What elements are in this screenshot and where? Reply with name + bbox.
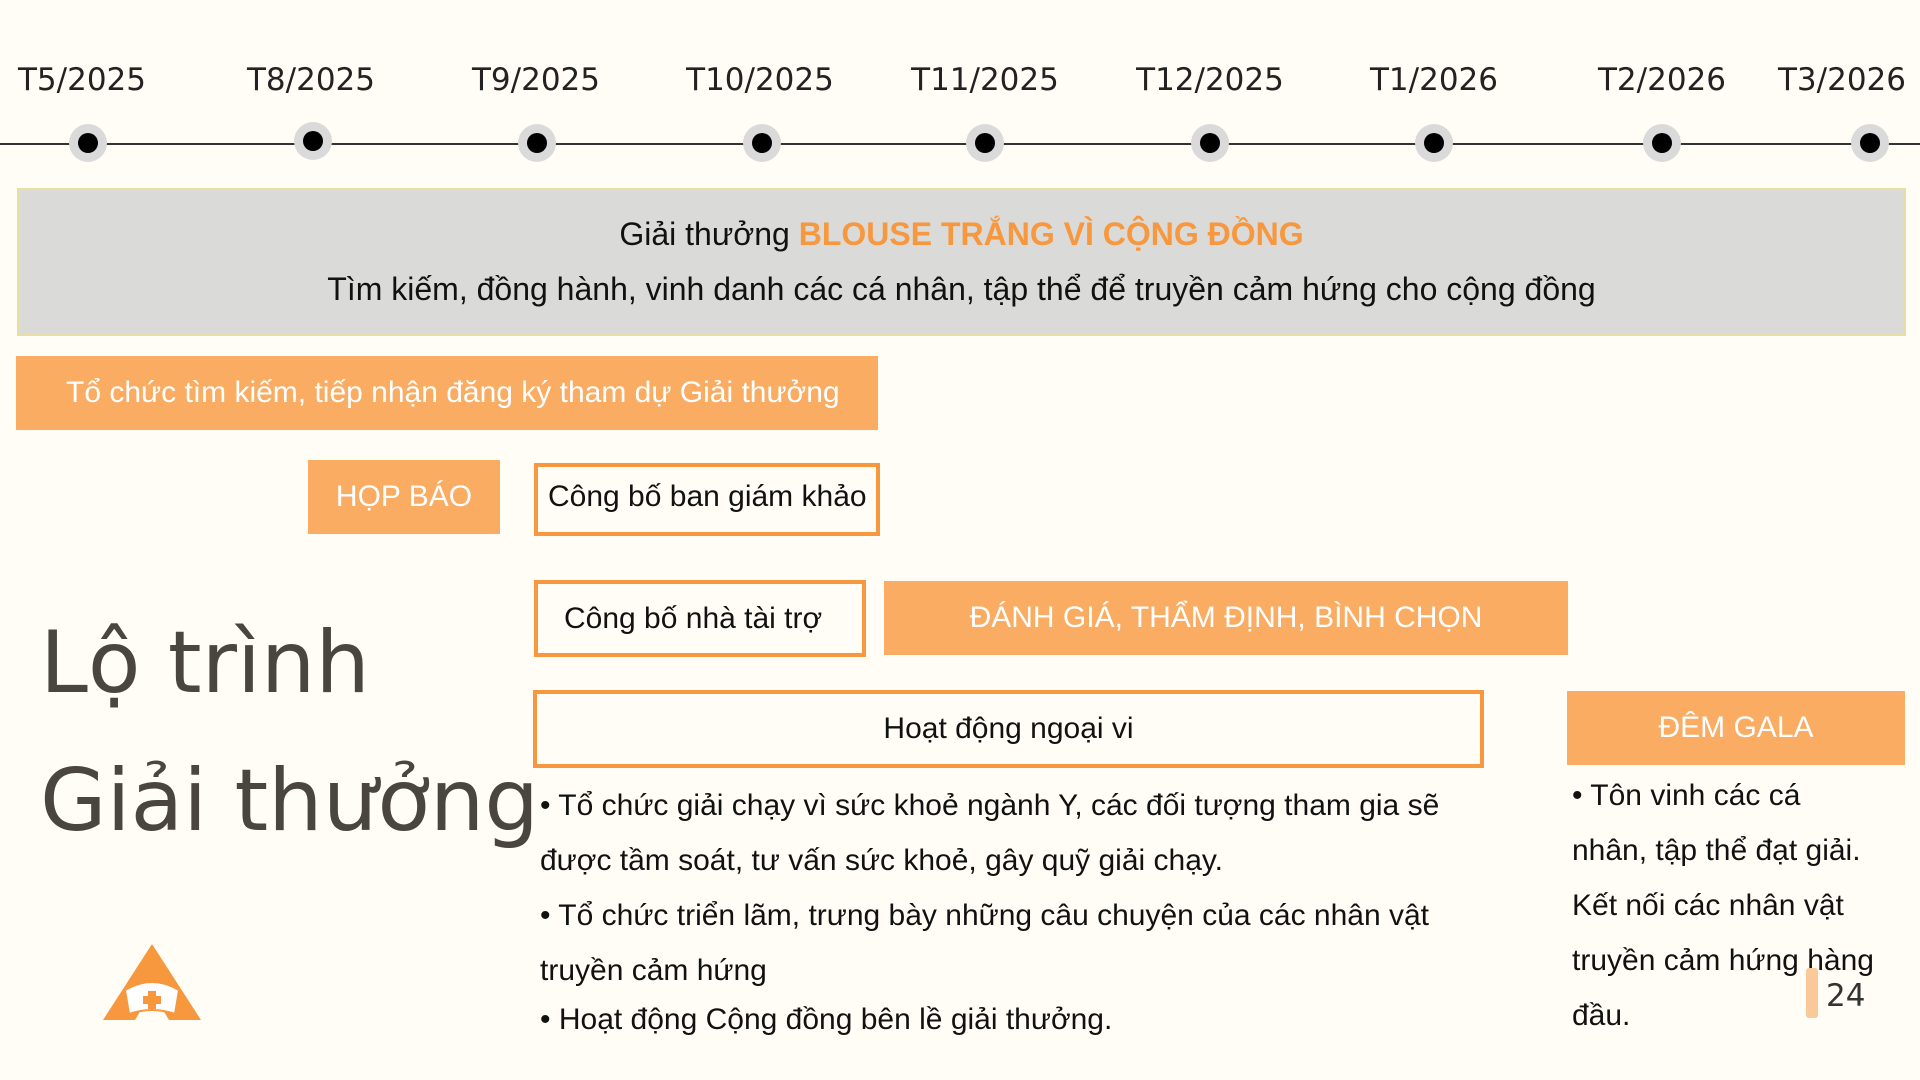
nurse-cap-logo-icon [103, 944, 201, 1020]
award-banner: Giải thưởng BLOUSE TRẮNG VÌ CỘNG ĐỒNG Tì… [17, 188, 1906, 336]
banner-highlight: BLOUSE TRẮNG VÌ CỘNG ĐỒNG [798, 216, 1304, 252]
timeline-line [0, 143, 1920, 145]
sponsor-announcement-label: Công bố nhà tài trợ [564, 601, 823, 635]
registration-phase-box: Tổ chức tìm kiếm, tiếp nhận đăng ký tham… [16, 356, 878, 430]
side-activities-box: Hoạt động ngoại vi [533, 690, 1484, 768]
timeline-dot [1415, 124, 1453, 162]
banner-subtitle: Tìm kiếm, đồng hành, vinh danh các cá nh… [327, 271, 1596, 307]
activities-line: • Tổ chức triển lãm, trưng bày những câu… [540, 899, 1430, 932]
timeline-dot [69, 124, 107, 162]
press-conference-box: HỌP BÁO [308, 460, 500, 534]
timeline-label-t3-2026: T3/2026 [1778, 62, 1906, 98]
activities-description: • Tổ chức giải chạy vì sức khoẻ ngành Y,… [540, 778, 1500, 1042]
roadmap-title-line2: Giải thưởng [40, 751, 539, 851]
timeline-label-t5-2025: T5/2025 [18, 62, 146, 98]
timeline-label-t10-2025: T10/2025 [686, 62, 834, 98]
activities-line: truyền cảm hứng [540, 954, 767, 987]
timeline-label-t12-2025: T12/2025 [1136, 62, 1284, 98]
timeline-dot [1643, 124, 1681, 162]
gala-line: nhân, tập thể đạt giải. [1572, 834, 1861, 867]
timeline-dot [1851, 124, 1889, 162]
evaluation-phase-box: ĐÁNH GIÁ, THẨM ĐỊNH, BÌNH CHỌN [884, 581, 1568, 655]
page-number-marker [1806, 968, 1818, 1018]
side-activities-label: Hoạt động ngoại vi [883, 712, 1134, 745]
activities-line: được tầm soát, tư vấn sức khoẻ, gây quỹ … [540, 844, 1224, 877]
evaluation-phase-label: ĐÁNH GIÁ, THẨM ĐỊNH, BÌNH CHỌN [969, 601, 1483, 634]
timeline-dot [294, 122, 332, 160]
jury-announcement-label: Công bố ban giám khảo [548, 479, 867, 513]
timeline-label-t9-2025: T9/2025 [472, 62, 600, 98]
banner-prefix: Giải thưởng [619, 216, 799, 252]
timeline-dot [966, 124, 1004, 162]
jury-announcement-box: Công bố ban giám khảo [534, 463, 880, 536]
gala-night-box: ĐÊM GALA [1567, 691, 1905, 765]
press-conference-label: HỌP BÁO [335, 480, 473, 513]
activities-line: • Tổ chức giải chạy vì sức khoẻ ngành Y,… [540, 789, 1440, 822]
timeline-dot [743, 124, 781, 162]
timeline-label-t1-2026: T1/2026 [1370, 62, 1498, 98]
sponsor-announcement-box: Công bố nhà tài trợ [534, 580, 866, 657]
page-number: 24 [1826, 978, 1866, 1014]
registration-phase-label: Tổ chức tìm kiếm, tiếp nhận đăng ký tham… [66, 376, 840, 409]
timeline-label-t2-2026: T2/2026 [1598, 62, 1726, 98]
timeline-label-t11-2025: T11/2025 [911, 62, 1059, 98]
banner-title: Giải thưởng BLOUSE TRẮNG VÌ CỘNG ĐỒNG [19, 216, 1904, 253]
timeline-dot [1191, 124, 1229, 162]
gala-line: • Tôn vinh các cá [1572, 779, 1801, 812]
gala-night-label: ĐÊM GALA [1658, 711, 1814, 744]
timeline-label-t8-2025: T8/2025 [247, 62, 375, 98]
gala-line: Kết nối các nhân vật [1572, 889, 1844, 922]
timeline-dot [518, 124, 556, 162]
activities-line: • Hoạt động Cộng đồng bên lề giải thưởng… [540, 1003, 1113, 1036]
roadmap-title-line1: Lộ trình [40, 613, 370, 713]
